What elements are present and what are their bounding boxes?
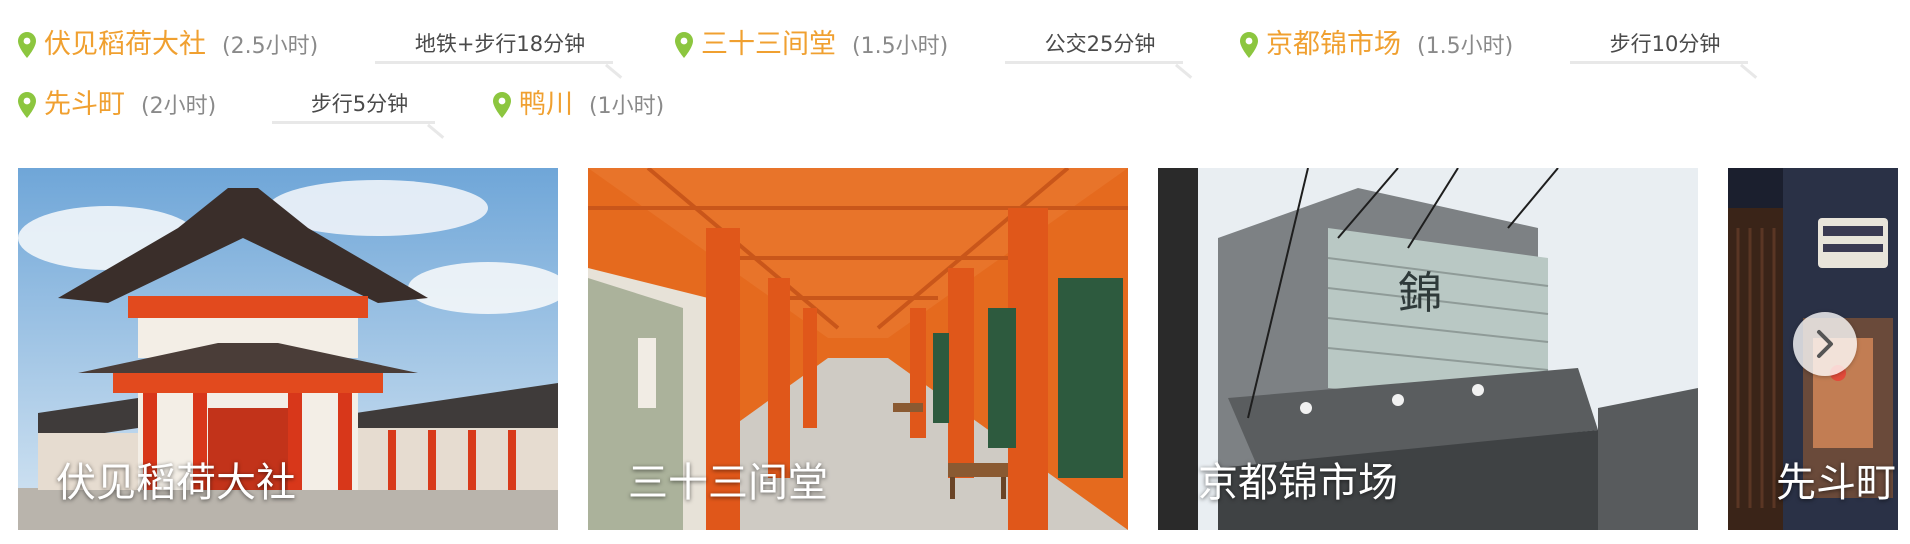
location-pin-icon [18, 92, 36, 118]
attraction-carousel: 伏见稻荷大社 三十三间堂 錦 京都锦市场 先斗町 [0, 168, 1910, 530]
attraction-card-title: 三十三间堂 [628, 460, 828, 506]
location-pin-icon [493, 92, 511, 118]
attraction-card[interactable]: 伏见稻荷大社 [18, 168, 558, 530]
location-pin-icon [675, 32, 693, 58]
route-stop[interactable]: 伏见稻荷大社 (2.5小时) [18, 22, 318, 61]
attraction-card[interactable]: 錦 京都锦市场 [1158, 168, 1698, 530]
stop-name[interactable]: 先斗町 [44, 82, 125, 121]
stop-duration: (2.5小时) [222, 34, 319, 59]
location-pin-icon [18, 32, 36, 58]
route-stop[interactable]: 鸭川 (1小时) [493, 82, 664, 121]
stop-duration: (1.5小时) [852, 34, 949, 59]
itinerary-route: 伏见稻荷大社 (2.5小时) 地铁+步行18分钟 三十三间堂 (1.5小时) 公… [0, 0, 1910, 140]
route-transit: 步行10分钟 [1570, 22, 1760, 79]
attraction-card[interactable]: 三十三间堂 [588, 168, 1128, 530]
transit-line [272, 121, 435, 124]
stop-duration: (1.5小时) [1417, 34, 1514, 59]
chevron-right-icon [1817, 330, 1833, 358]
carousel-next-button[interactable] [1793, 312, 1857, 376]
transit-label: 地铁+步行18分钟 [414, 32, 586, 56]
route-stop[interactable]: 三十三间堂 (1.5小时) [675, 22, 948, 61]
transit-label: 公交25分钟 [1044, 32, 1156, 56]
route-transit: 地铁+步行18分钟 [375, 22, 625, 79]
stop-name[interactable]: 京都锦市场 [1266, 22, 1401, 61]
route-stop[interactable]: 先斗町 (2小时) [18, 82, 216, 121]
stop-name[interactable]: 鸭川 [519, 82, 573, 121]
transit-line [375, 61, 613, 64]
svg-text:錦: 錦 [1398, 268, 1442, 319]
transit-arrow [427, 123, 445, 139]
stop-duration: (1小时) [589, 94, 665, 119]
transit-label: 步行10分钟 [1609, 32, 1721, 56]
transit-arrow [605, 63, 623, 79]
attraction-card-title: 先斗町 [1776, 460, 1896, 506]
transit-line [1005, 61, 1183, 64]
attraction-card-title: 京都锦市场 [1198, 460, 1398, 506]
route-transit: 步行5分钟 [272, 82, 447, 139]
stop-name[interactable]: 三十三间堂 [701, 22, 836, 61]
transit-arrow [1175, 63, 1193, 79]
transit-label: 步行5分钟 [310, 92, 409, 116]
location-pin-icon [1240, 32, 1258, 58]
stop-name[interactable]: 伏见稻荷大社 [44, 22, 206, 61]
stop-duration: (2小时) [141, 94, 217, 119]
route-transit: 公交25分钟 [1005, 22, 1195, 79]
route-stop[interactable]: 京都锦市场 (1.5小时) [1240, 22, 1513, 61]
attraction-card-title: 伏见稻荷大社 [56, 460, 296, 506]
transit-line [1570, 61, 1748, 64]
transit-arrow [1740, 63, 1758, 79]
